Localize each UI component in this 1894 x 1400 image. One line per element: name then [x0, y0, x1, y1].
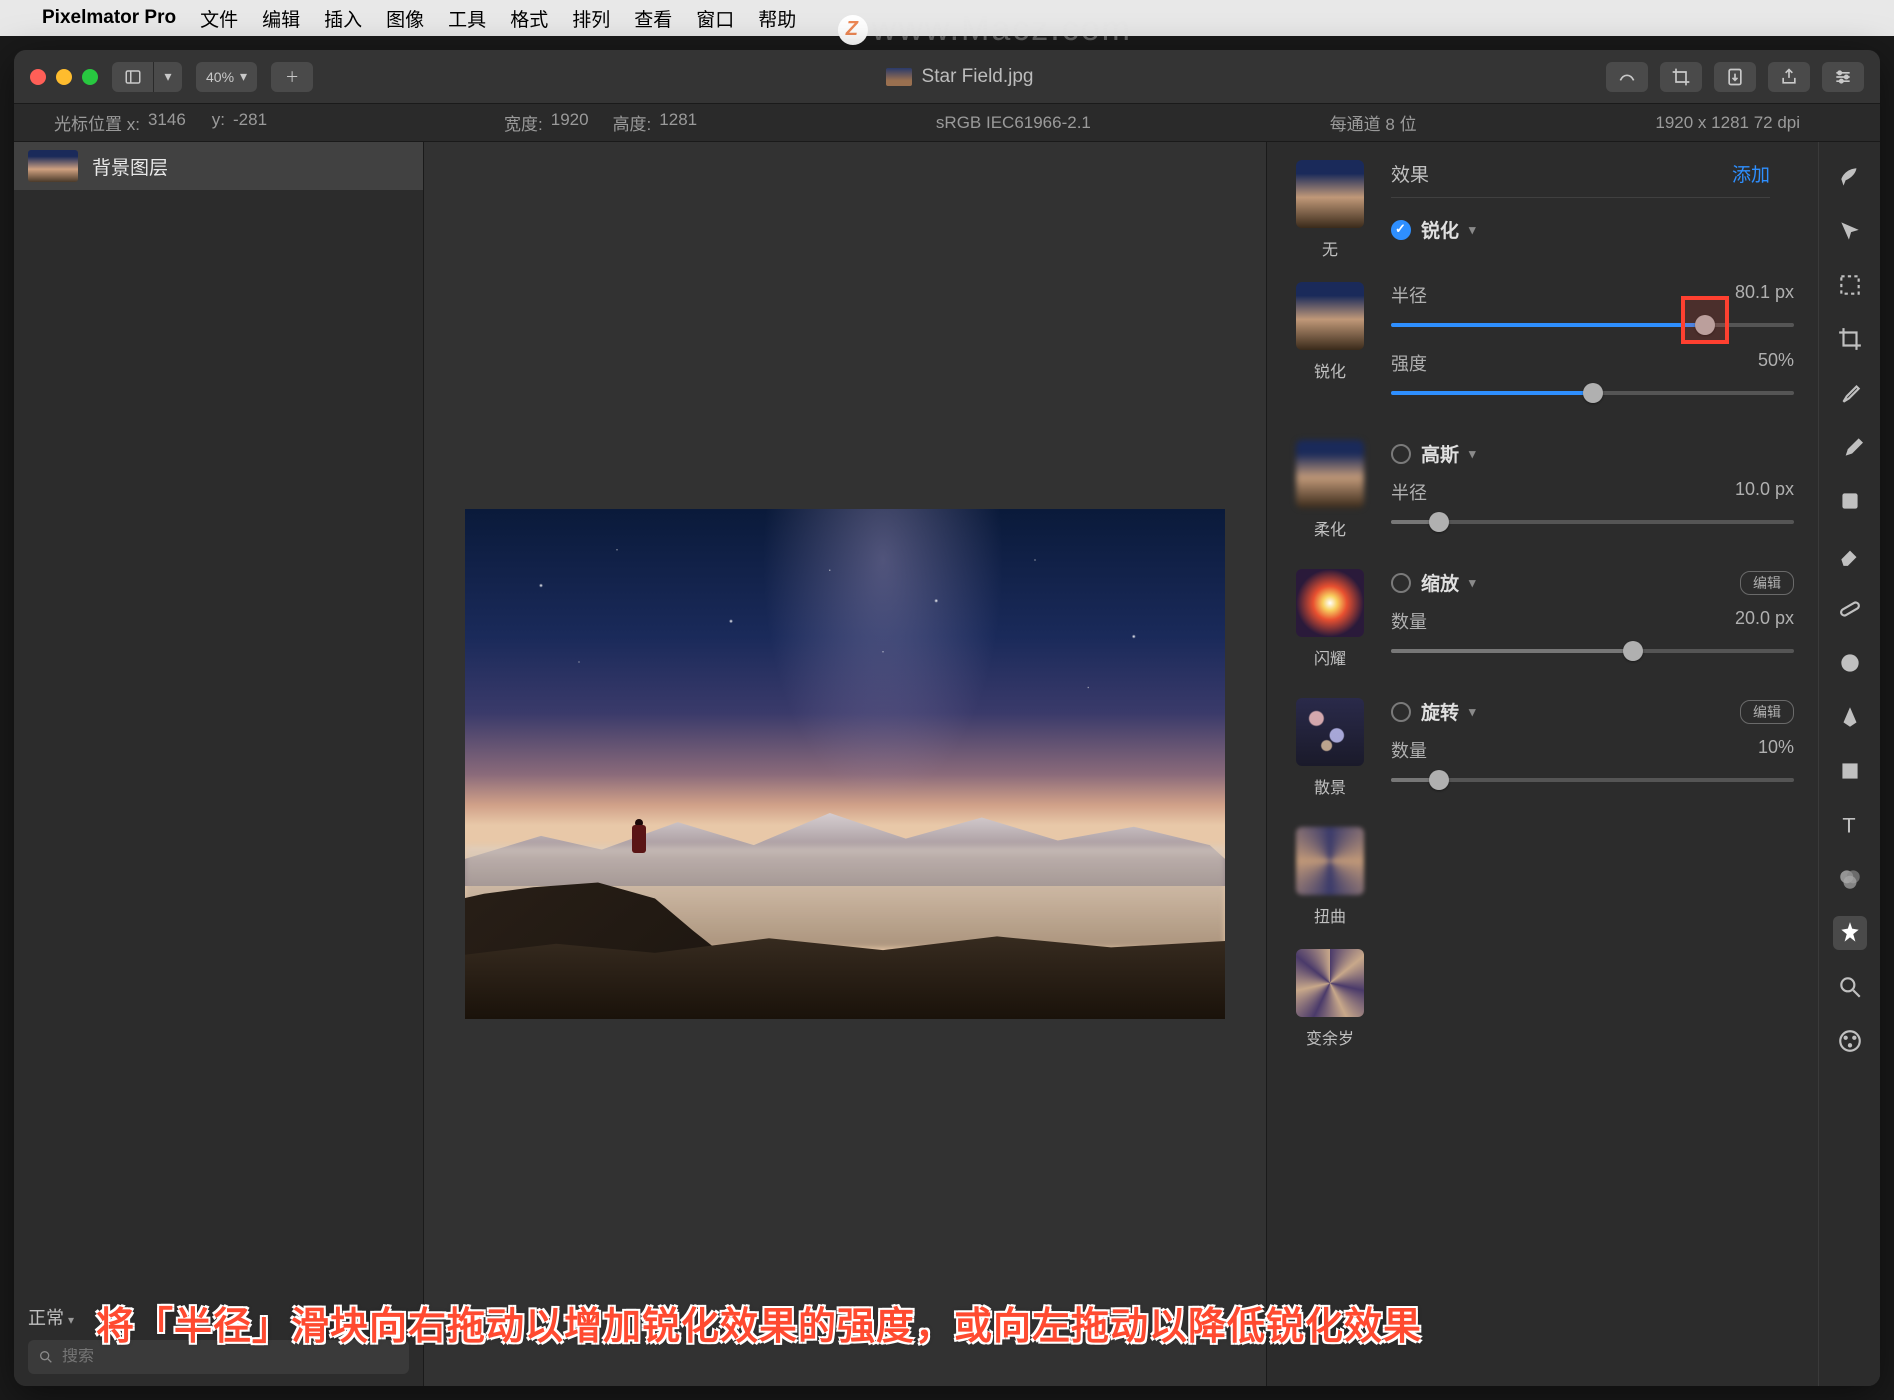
- add-effect-button[interactable]: 添加: [1732, 160, 1770, 187]
- type-tool[interactable]: T: [1833, 808, 1867, 842]
- eyedropper-tool[interactable]: [1833, 376, 1867, 410]
- effect-rotate-toggle[interactable]: 旋转▾ 编辑: [1391, 698, 1794, 725]
- layer-row[interactable]: 背景图层: [14, 142, 423, 190]
- sharpen-radius-slider[interactable]: [1391, 316, 1794, 334]
- menu-tools[interactable]: 工具: [448, 5, 486, 32]
- checkmark-icon: [1391, 220, 1411, 240]
- tools-strip: T: [1818, 142, 1880, 1386]
- radio-icon: [1391, 444, 1411, 464]
- minimize-window-icon[interactable]: [56, 69, 72, 85]
- effects-panel: 无 效果 添加 锐化▾: [1266, 142, 1880, 1386]
- close-window-icon[interactable]: [30, 69, 46, 85]
- color-picker-tool[interactable]: [1833, 1024, 1867, 1058]
- sidebar-toggle-group: ▾: [112, 62, 182, 92]
- export-button[interactable]: [1714, 62, 1756, 92]
- arrange-tool[interactable]: [1833, 214, 1867, 248]
- dimensions-dpi: 1920 x 1281 72 dpi: [1655, 113, 1800, 133]
- sidebar-toggle-button[interactable]: [112, 62, 154, 92]
- menu-format[interactable]: 格式: [510, 5, 548, 32]
- zoom-edit-button[interactable]: 编辑: [1740, 571, 1794, 595]
- rotate-edit-button[interactable]: 编辑: [1740, 700, 1794, 724]
- preset-kaleid-thumb[interactable]: [1296, 949, 1364, 1017]
- layer-search-input[interactable]: [62, 1348, 399, 1366]
- selection-tool[interactable]: [1833, 268, 1867, 302]
- menu-insert[interactable]: 插入: [324, 5, 362, 32]
- adjustments-button[interactable]: [1822, 62, 1864, 92]
- document-title: Star Field.jpg: [327, 66, 1592, 88]
- layers-panel: 背景图层 正常: [14, 142, 424, 1386]
- sidebar-mode-dropdown[interactable]: ▾: [154, 62, 182, 92]
- traffic-lights: [30, 69, 98, 85]
- svg-text:T: T: [1842, 813, 1855, 838]
- zoom-tool[interactable]: [1833, 970, 1867, 1004]
- search-icon: [38, 1349, 54, 1365]
- add-button[interactable]: ＋: [271, 62, 313, 92]
- menu-window[interactable]: 窗口: [696, 5, 734, 32]
- statusbar: 光标位置 x:3146 y:-281 宽度:1920 高度:1281 sRGB …: [14, 104, 1880, 142]
- document-thumb-icon: [886, 68, 912, 86]
- effect-sharpen-toggle[interactable]: 锐化▾: [1391, 216, 1794, 243]
- zoom-dropdown[interactable]: 40%▾: [196, 62, 257, 92]
- layer-name: 背景图层: [92, 153, 168, 180]
- repair-tool[interactable]: [1833, 592, 1867, 626]
- watermark: Z www.Macz.com: [838, 10, 1132, 49]
- zoom-amount-slider[interactable]: [1391, 642, 1794, 660]
- menu-file[interactable]: 文件: [200, 5, 238, 32]
- crop-tool[interactable]: [1833, 322, 1867, 356]
- layer-thumb-icon: [28, 150, 78, 182]
- menu-view[interactable]: 查看: [634, 5, 672, 32]
- preset-bokeh-thumb[interactable]: [1296, 698, 1364, 766]
- app-name[interactable]: Pixelmator Pro: [42, 7, 176, 29]
- preset-twist-thumb[interactable]: [1296, 827, 1364, 895]
- effect-gaussian-toggle[interactable]: 高斯▾: [1391, 440, 1794, 467]
- fullscreen-window-icon[interactable]: [82, 69, 98, 85]
- menu-edit[interactable]: 编辑: [262, 5, 300, 32]
- menu-help[interactable]: 帮助: [758, 5, 796, 32]
- preset-none-thumb[interactable]: [1296, 160, 1364, 228]
- eraser-tool[interactable]: [1833, 538, 1867, 572]
- crop-button[interactable]: [1660, 62, 1702, 92]
- preset-shine-thumb[interactable]: [1296, 569, 1364, 637]
- sharpen-intensity-slider[interactable]: [1391, 384, 1794, 402]
- gaussian-radius-slider[interactable]: [1391, 513, 1794, 531]
- shape-tool[interactable]: [1833, 754, 1867, 788]
- color-adjust-tool[interactable]: [1833, 862, 1867, 896]
- menu-image[interactable]: 图像: [386, 5, 424, 32]
- blend-mode-dropdown[interactable]: 正常: [28, 1304, 74, 1330]
- canvas-area[interactable]: [424, 142, 1266, 1386]
- menu-arrange[interactable]: 排列: [572, 5, 610, 32]
- effect-zoom-toggle[interactable]: 缩放▾ 编辑: [1391, 569, 1794, 596]
- radio-icon: [1391, 573, 1411, 593]
- effects-title: 效果: [1391, 160, 1429, 187]
- watermark-logo-icon: Z: [838, 15, 868, 45]
- annotate-button[interactable]: [1606, 62, 1648, 92]
- preset-soften-thumb[interactable]: [1296, 440, 1364, 508]
- bit-depth: 每通道 8 位: [1330, 110, 1417, 135]
- color-profile: sRGB IEC61966-2.1: [936, 113, 1091, 133]
- canvas-image: [465, 509, 1225, 1019]
- paint-tool[interactable]: [1833, 430, 1867, 464]
- style-tool[interactable]: [1833, 160, 1867, 194]
- fill-tool[interactable]: [1833, 484, 1867, 518]
- preset-sharpen-thumb[interactable]: [1296, 282, 1364, 350]
- main-area: 背景图层 正常: [14, 142, 1880, 1386]
- rotate-amount-slider[interactable]: [1391, 771, 1794, 789]
- radio-icon: [1391, 702, 1411, 722]
- pen-tool[interactable]: [1833, 700, 1867, 734]
- tutorial-caption: 将「半径」滑块向右拖动以增加锐化效果的强度，或向左拖动以降低锐化效果: [96, 1295, 1864, 1350]
- titlebar: ▾ 40%▾ ＋ Star Field.jpg: [14, 50, 1880, 104]
- share-button[interactable]: [1768, 62, 1810, 92]
- clone-tool[interactable]: [1833, 646, 1867, 680]
- app-window: ▾ 40%▾ ＋ Star Field.jpg 光标位置 x:3146 y:-2…: [14, 50, 1880, 1386]
- effects-tool[interactable]: [1833, 916, 1867, 950]
